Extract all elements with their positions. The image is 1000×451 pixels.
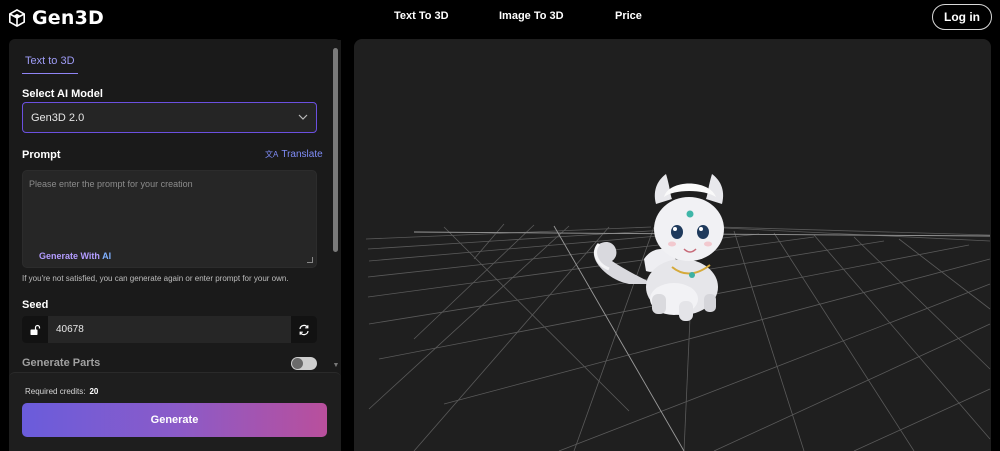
model-label: Select AI Model — [22, 88, 103, 100]
required-credits: Required credits: 20 — [25, 387, 98, 396]
model-selected-value: Gen3D 2.0 — [31, 111, 85, 124]
seed-field[interactable]: 40678 — [22, 316, 317, 343]
prompt-placeholder: Please enter the prompt for your creatio… — [29, 179, 193, 189]
seed-refresh-button[interactable] — [291, 316, 317, 343]
nav-image-to-3d[interactable]: Image To 3D — [499, 10, 564, 22]
nav-price[interactable]: Price — [615, 10, 642, 22]
translate-label: Translate — [281, 149, 323, 160]
generate-with-ai-button[interactable]: Generate With AI — [39, 251, 111, 261]
brand-logo[interactable]: Gen3D — [8, 6, 104, 30]
seed-lock-button[interactable] — [22, 316, 48, 343]
chevron-down-icon — [298, 114, 308, 120]
seed-label: Seed — [22, 299, 49, 311]
3d-model-creature — [593, 174, 724, 321]
refresh-icon — [299, 324, 309, 335]
credits-label: Required credits: — [25, 387, 86, 396]
prompt-hint: If you're not satisfied, you can generat… — [22, 274, 289, 283]
login-button[interactable]: Log in — [932, 4, 992, 30]
generate-with-ai-suffix: AI — [102, 251, 112, 261]
seed-value[interactable]: 40678 — [56, 324, 84, 335]
top-navigation-bar: Gen3D Text To 3D Image To 3D Price Log i… — [0, 0, 1000, 36]
translate-button[interactable]: 文A Translate — [265, 149, 323, 160]
nav-text-to-3d[interactable]: Text To 3D — [394, 10, 449, 22]
cube-logo-icon — [8, 9, 26, 27]
generate-parts-label: Generate Parts — [22, 357, 101, 369]
model-select[interactable]: Gen3D 2.0 — [22, 102, 317, 133]
translate-icon: 文A — [265, 150, 279, 159]
generate-parts-toggle[interactable] — [291, 357, 317, 370]
scrollbar-thumb[interactable] — [333, 48, 338, 252]
prompt-textarea[interactable]: Please enter the prompt for your creatio… — [22, 170, 317, 268]
scroll-down-arrow-icon[interactable]: ▼ — [332, 362, 340, 370]
resize-handle-icon[interactable] — [307, 257, 313, 263]
prompt-label: Prompt — [22, 149, 61, 161]
unlock-icon — [30, 324, 41, 335]
brand-name: Gen3D — [32, 7, 104, 29]
3d-viewer[interactable] — [354, 39, 991, 451]
generate-button[interactable]: Generate — [22, 403, 327, 437]
generate-with-ai-prefix: Generate With — [39, 251, 103, 261]
tab-text-to-3d[interactable]: Text to 3D — [22, 52, 78, 74]
credits-value: 20 — [89, 387, 99, 396]
toggle-knob — [292, 358, 303, 369]
3d-scene[interactable] — [354, 39, 991, 451]
